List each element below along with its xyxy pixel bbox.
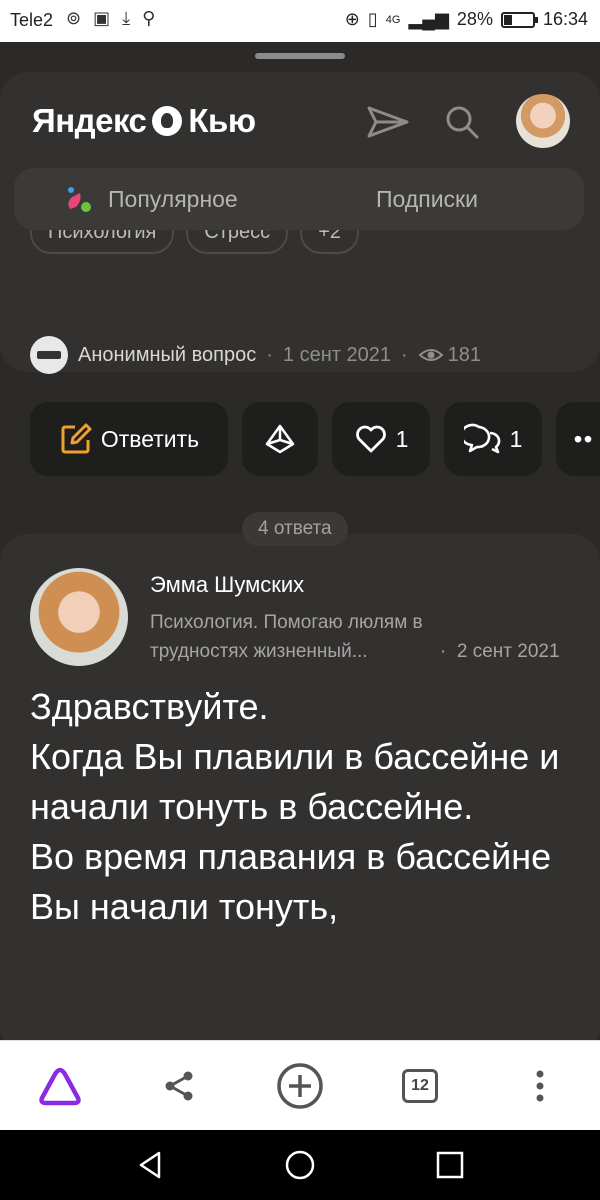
battery-icon — [500, 11, 538, 28]
recents-icon — [436, 1151, 464, 1179]
battery-percent: 28% — [456, 9, 493, 29]
popular-icon — [68, 187, 91, 212]
more-icon: •• — [574, 425, 595, 452]
signal-icon: ▂▄▆ — [408, 9, 449, 29]
tag-list: Психология Стресс +2 — [30, 230, 359, 254]
data-saver-icon: ⊕ — [344, 9, 360, 29]
question-meta: Анонимный вопрос · 1 сент 2021 · 181 — [30, 336, 481, 374]
q-logo-icon — [152, 106, 183, 136]
content-sheet: Яндекс Кью Популярное Подписки Психологи… — [0, 42, 600, 1054]
menu-button[interactable] — [515, 1061, 565, 1111]
home-button[interactable] — [282, 1147, 318, 1183]
feed-tabs: Популярное Подписки — [14, 168, 584, 230]
system-nav-bar — [0, 1130, 600, 1200]
comment-icon — [463, 423, 500, 454]
clock: 16:34 — [542, 9, 588, 29]
browser-toolbar: 12 — [0, 1040, 600, 1130]
question-actions: Ответить 1 1 •• — [30, 402, 600, 476]
question-date: 1 сент 2021 — [282, 343, 391, 366]
tag-chip[interactable]: Стресс — [186, 230, 289, 254]
user-avatar[interactable] — [516, 94, 570, 148]
question-author[interactable]: Анонимный вопрос — [78, 344, 256, 367]
repost-icon — [265, 424, 295, 454]
status-bar: Tele2 ⊚ ▣ ⤓ ⚲ ⊕ ▯ 4G ▂▄▆ 28% 16:34 — [0, 0, 600, 42]
tag-chip[interactable]: Психология — [30, 230, 175, 254]
repost-button[interactable] — [242, 402, 318, 476]
heart-icon — [355, 425, 386, 453]
anonymous-avatar-icon — [30, 336, 68, 374]
home-icon — [285, 1150, 315, 1180]
answers-count: 4 ответа — [242, 512, 348, 546]
more-button[interactable]: •• — [556, 402, 600, 476]
author-description: Психология. Помогаю люлям в трудностях ж… — [150, 612, 560, 662]
like-count: 1 — [395, 425, 409, 452]
tabs-count: 12 — [402, 1069, 438, 1103]
vibrate-icon: ▯ — [367, 9, 378, 29]
sheet-drag-handle[interactable] — [255, 53, 345, 59]
search-icon[interactable] — [440, 100, 484, 144]
eye-icon — [418, 349, 444, 361]
author-avatar[interactable] — [30, 568, 128, 666]
tab-popular[interactable]: Популярное — [62, 168, 238, 230]
share-button[interactable] — [154, 1061, 204, 1111]
back-icon — [139, 1151, 161, 1179]
tag-chip[interactable]: +2 — [300, 230, 359, 254]
kebab-menu-icon — [536, 1070, 544, 1102]
answer-card: Эмма Шумских Психология. Помогаю люлям в… — [0, 534, 600, 1054]
yandex-q-logo[interactable]: Яндекс Кью — [32, 102, 256, 140]
back-button[interactable] — [132, 1147, 168, 1183]
share-icon — [165, 1071, 193, 1101]
view-count: 181 — [447, 343, 482, 366]
comment-count: 1 — [509, 425, 523, 452]
tabs-button[interactable]: 12 — [395, 1061, 445, 1111]
search-icon: ⚲ — [142, 8, 156, 28]
like-button[interactable]: 1 — [332, 402, 430, 476]
answer-date: 2 сент 2021 — [456, 641, 560, 662]
edit-icon — [61, 423, 92, 454]
hotspot-icon: ⊚ — [66, 8, 82, 28]
tab-subscriptions[interactable]: Подписки — [376, 168, 478, 230]
alice-button[interactable] — [35, 1061, 85, 1111]
answer-button[interactable]: Ответить — [30, 402, 228, 476]
carrier-name: Tele2 — [10, 10, 54, 30]
answer-text: Здравствуйте. Когда Вы плавили в бассейн… — [30, 686, 560, 927]
gallery-icon: ▣ — [93, 8, 111, 28]
author-name[interactable]: Эмма Шумских — [150, 572, 304, 598]
download-icon: ⤓ — [122, 8, 131, 28]
network-type: 4G — [385, 13, 401, 26]
new-tab-button[interactable] — [275, 1061, 325, 1111]
send-icon[interactable] — [366, 100, 410, 144]
recents-button[interactable] — [432, 1147, 468, 1183]
question-card: Яндекс Кью Популярное Подписки Психологи… — [0, 72, 600, 374]
comment-button[interactable]: 1 — [444, 402, 542, 476]
plus-icon — [277, 1063, 323, 1109]
alice-icon — [39, 1067, 81, 1106]
